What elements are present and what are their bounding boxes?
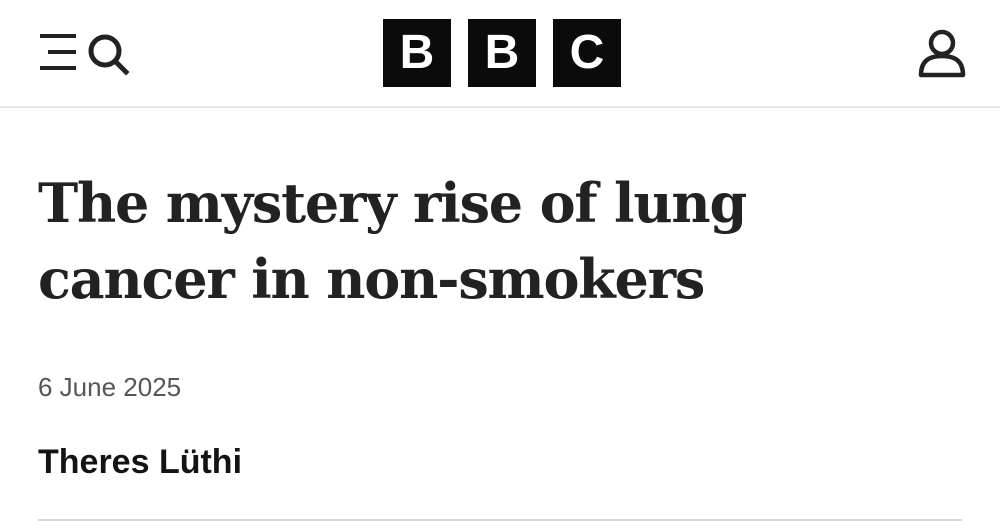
headline-line-1: The mystery rise of lung xyxy=(38,171,747,235)
article-author[interactable]: Theres Lüthi xyxy=(38,442,242,482)
article-headline: The mystery rise of lung cancer in non-s… xyxy=(38,165,798,317)
bbc-logo-block-2: B xyxy=(468,19,536,87)
menu-and-search-button[interactable] xyxy=(38,30,132,78)
user-account-icon xyxy=(918,29,966,78)
menu-search-icon-group xyxy=(40,34,130,76)
top-navigation-bar: B B C xyxy=(0,0,1000,108)
account-button[interactable] xyxy=(916,28,968,80)
headline-line-2: cancer in non-smokers xyxy=(38,247,705,311)
search-icon xyxy=(88,34,130,76)
bbc-logo[interactable]: B B C xyxy=(383,19,621,87)
divider xyxy=(38,519,962,521)
bbc-logo-block-1: B xyxy=(383,19,451,87)
bbc-logo-block-3: C xyxy=(553,19,621,87)
hamburger-menu-icon xyxy=(40,34,76,70)
article-date: 6 June 2025 xyxy=(38,372,182,402)
